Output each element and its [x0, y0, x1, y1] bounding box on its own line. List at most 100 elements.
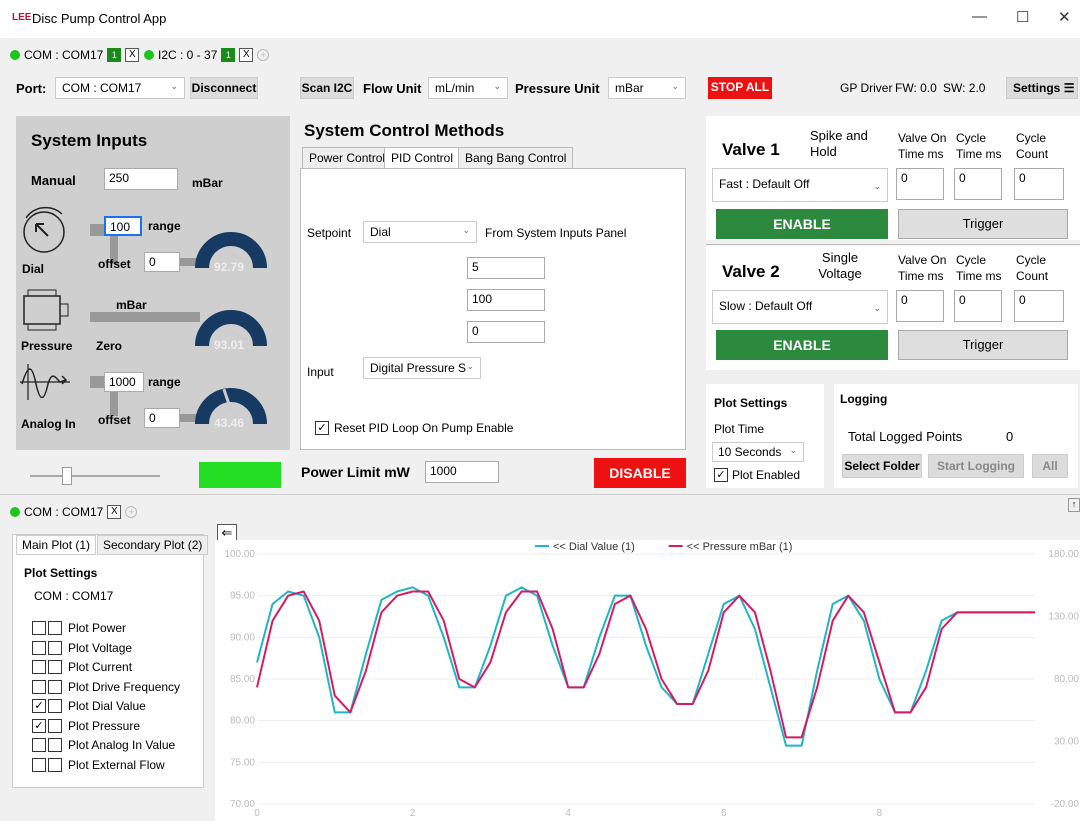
plot-option-label: Plot Voltage — [68, 640, 133, 655]
y-left-tick-label: 80.00 — [230, 716, 255, 727]
tab-power-control[interactable]: Power Control — [302, 147, 393, 169]
checkbox-2[interactable] — [48, 718, 62, 733]
flow-unit-select[interactable]: mL/min ⌄ — [428, 77, 508, 99]
tab-com17[interactable]: COM : COM17 1 X — [10, 48, 140, 62]
valve-2-panel: Valve 2 Single Voltage Valve On Time ms … — [706, 246, 1080, 370]
checkbox-2[interactable] — [48, 738, 62, 752]
analog-range-input[interactable]: 1000 — [104, 372, 144, 392]
total-logged-label: Total Logged Points — [848, 429, 963, 444]
plot-option-row[interactable]: ✓ Plot Pressure — [32, 718, 140, 733]
pid-p-input[interactable]: 5 — [467, 257, 545, 279]
checkbox-1[interactable]: ✓ — [32, 718, 46, 733]
all-button[interactable]: All — [1032, 454, 1068, 478]
dial-range-input[interactable]: 100 — [104, 216, 142, 236]
zero-button[interactable]: Zero — [96, 339, 122, 353]
valve-2-cycle-time-input[interactable]: 0 — [954, 290, 1002, 322]
plot-enabled-checkbox[interactable]: ✓ Plot Enabled — [714, 468, 800, 482]
close-icon[interactable]: ✕ — [1058, 8, 1071, 26]
power-limit-input[interactable]: 1000 — [425, 461, 499, 483]
valve-1-enable-button[interactable]: ENABLE — [716, 209, 888, 239]
pressure-unit-select[interactable]: mBar ⌄ — [608, 77, 686, 99]
valve-2-select[interactable]: Slow : Default Off ⌄ — [712, 290, 888, 324]
valve-1-cycle-count-input[interactable]: 0 — [1014, 168, 1064, 200]
tab-close-button[interactable]: X — [239, 48, 254, 62]
setpoint-select[interactable]: Dial ⌄ — [363, 221, 477, 243]
control-title: System Control Methods — [304, 121, 505, 140]
port-select[interactable]: COM : COM17 ⌄ — [55, 77, 185, 99]
plot-option-row[interactable]: Plot External Flow — [32, 757, 165, 772]
plot-option-row[interactable]: Plot Current — [32, 660, 132, 674]
stop-all-button[interactable]: STOP ALL — [708, 77, 772, 99]
slider-track[interactable] — [30, 475, 160, 477]
disable-button[interactable]: DISABLE — [594, 458, 686, 488]
pid-i-input[interactable]: 100 — [467, 289, 545, 311]
plot-option-row[interactable]: Plot Analog In Value — [32, 738, 175, 752]
input-select[interactable]: Digital Pressure S ⌄ — [363, 357, 481, 379]
manual-input[interactable]: 250 — [104, 168, 178, 190]
checkbox-1[interactable] — [32, 640, 46, 655]
valve-2-on-time-input[interactable]: 0 — [896, 290, 944, 322]
valve-1-on-time-input[interactable]: 0 — [896, 168, 944, 200]
checkbox-2[interactable] — [48, 679, 62, 694]
tab-pid-control[interactable]: PID Control — [384, 147, 461, 169]
tab-close-button[interactable]: X — [107, 505, 122, 519]
valve-1-trigger-button[interactable]: Trigger — [898, 209, 1068, 239]
plot-option-row[interactable]: ✓ Plot Dial Value — [32, 699, 146, 713]
checkbox-2[interactable] — [48, 640, 62, 655]
reset-pid-checkbox[interactable]: ✓ Reset PID Loop On Pump Enable — [315, 421, 513, 435]
checkbox-2[interactable] — [48, 699, 62, 713]
dial-offset-input[interactable]: 0 — [144, 252, 180, 272]
offset-label: offset — [98, 257, 131, 271]
disconnect-button[interactable]: Disconnect — [190, 77, 258, 99]
analog-wave-icon — [20, 364, 70, 400]
plot-option-row[interactable]: Plot Power — [32, 621, 126, 635]
tab-secondary-plot[interactable]: Secondary Plot (2) — [97, 535, 209, 555]
valve-1-panel: Valve 1 Spike and Hold Valve On Time ms … — [706, 116, 1080, 240]
start-logging-button[interactable]: Start Logging — [928, 454, 1024, 478]
plot-side-title: Plot Settings — [24, 566, 98, 580]
series-line-2 — [256, 590, 1035, 739]
slider-handle[interactable] — [62, 467, 72, 485]
tab-label: I2C : 0 - 37 — [158, 48, 218, 62]
add-tab-icon[interactable]: + — [257, 49, 270, 61]
checkbox-1[interactable] — [32, 621, 46, 635]
tab-main-plot[interactable]: Main Plot (1) — [16, 535, 97, 555]
analog-offset-input[interactable]: 0 — [144, 408, 180, 428]
y-right-tick-label: 80.00 — [1054, 674, 1079, 685]
settings-button[interactable]: Settings ☰ — [1006, 77, 1078, 99]
expand-icon[interactable]: ↑ — [1068, 498, 1080, 512]
valve-2-enable-button[interactable]: ENABLE — [716, 330, 888, 360]
valve-1-cycle-time-input[interactable]: 0 — [954, 168, 1002, 200]
checkbox-2[interactable] — [48, 660, 62, 674]
checkbox-1[interactable] — [32, 679, 46, 694]
plot-option-label: Plot Power — [68, 621, 127, 635]
checkbox-1[interactable]: ✓ — [32, 699, 46, 713]
tab-close-button[interactable]: X — [125, 48, 140, 62]
checkbox-1[interactable] — [32, 660, 46, 674]
valve-1-select[interactable]: Fast : Default Off ⌄ — [712, 168, 888, 202]
checkbox-1[interactable] — [32, 738, 46, 752]
range-label: range — [148, 375, 181, 389]
pid-d-input[interactable]: 0 — [467, 321, 545, 343]
pressure-gauge-value: 93.01 — [214, 338, 245, 352]
firmware-version: FW: 0.0 — [895, 81, 937, 95]
plot-time-select[interactable]: 10 Seconds ⌄ — [712, 442, 804, 462]
plot-option-row[interactable]: Plot Drive Frequency — [32, 679, 181, 694]
lower-tab-com17[interactable]: COM : COM17 X + — [10, 505, 138, 519]
tab-bang-bang-control[interactable]: Bang Bang Control — [458, 147, 574, 169]
scan-i2c-button[interactable]: Scan I2C — [300, 77, 354, 99]
select-folder-button[interactable]: Select Folder — [842, 454, 922, 478]
y-right-tick-label: 180.00 — [1048, 549, 1079, 560]
checkbox-1[interactable] — [32, 757, 46, 772]
plot-option-label: Plot Current — [68, 660, 133, 674]
checkbox-2[interactable] — [48, 621, 62, 635]
line-chart: 100.00 95.00 90.00 85.00 80.00 75.00 70.00 180.… — [224, 541, 1079, 819]
valve-2-cycle-count-input[interactable]: 0 — [1014, 290, 1064, 322]
plot-option-label: Plot Drive Frequency — [68, 679, 181, 694]
checkbox-2[interactable] — [48, 757, 62, 772]
minimize-icon[interactable]: — — [972, 8, 987, 25]
plot-option-row[interactable]: Plot Voltage — [32, 640, 133, 655]
valve-2-trigger-button[interactable]: Trigger — [898, 330, 1068, 360]
tab-i2c[interactable]: I2C : 0 - 37 1 X + — [144, 48, 270, 62]
maximize-icon[interactable]: ☐ — [1016, 8, 1029, 26]
